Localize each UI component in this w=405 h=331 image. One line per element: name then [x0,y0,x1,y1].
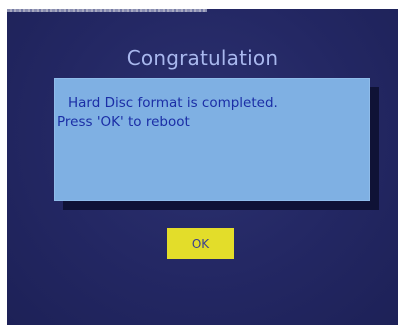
message-dialog: Hard Disc format is completed. Press 'OK… [54,78,370,201]
dialog-title: Congratulation [126,46,279,70]
tv-frame: Congratulation Hard Disc format is compl… [0,0,405,331]
signal-noise-strip [7,9,207,12]
message-line-2: Press 'OK' to reboot [57,114,190,130]
osd-screen: Congratulation Hard Disc format is compl… [7,9,398,325]
message-line-1: Hard Disc format is completed. [68,95,278,111]
ok-button[interactable]: OK [167,228,234,259]
